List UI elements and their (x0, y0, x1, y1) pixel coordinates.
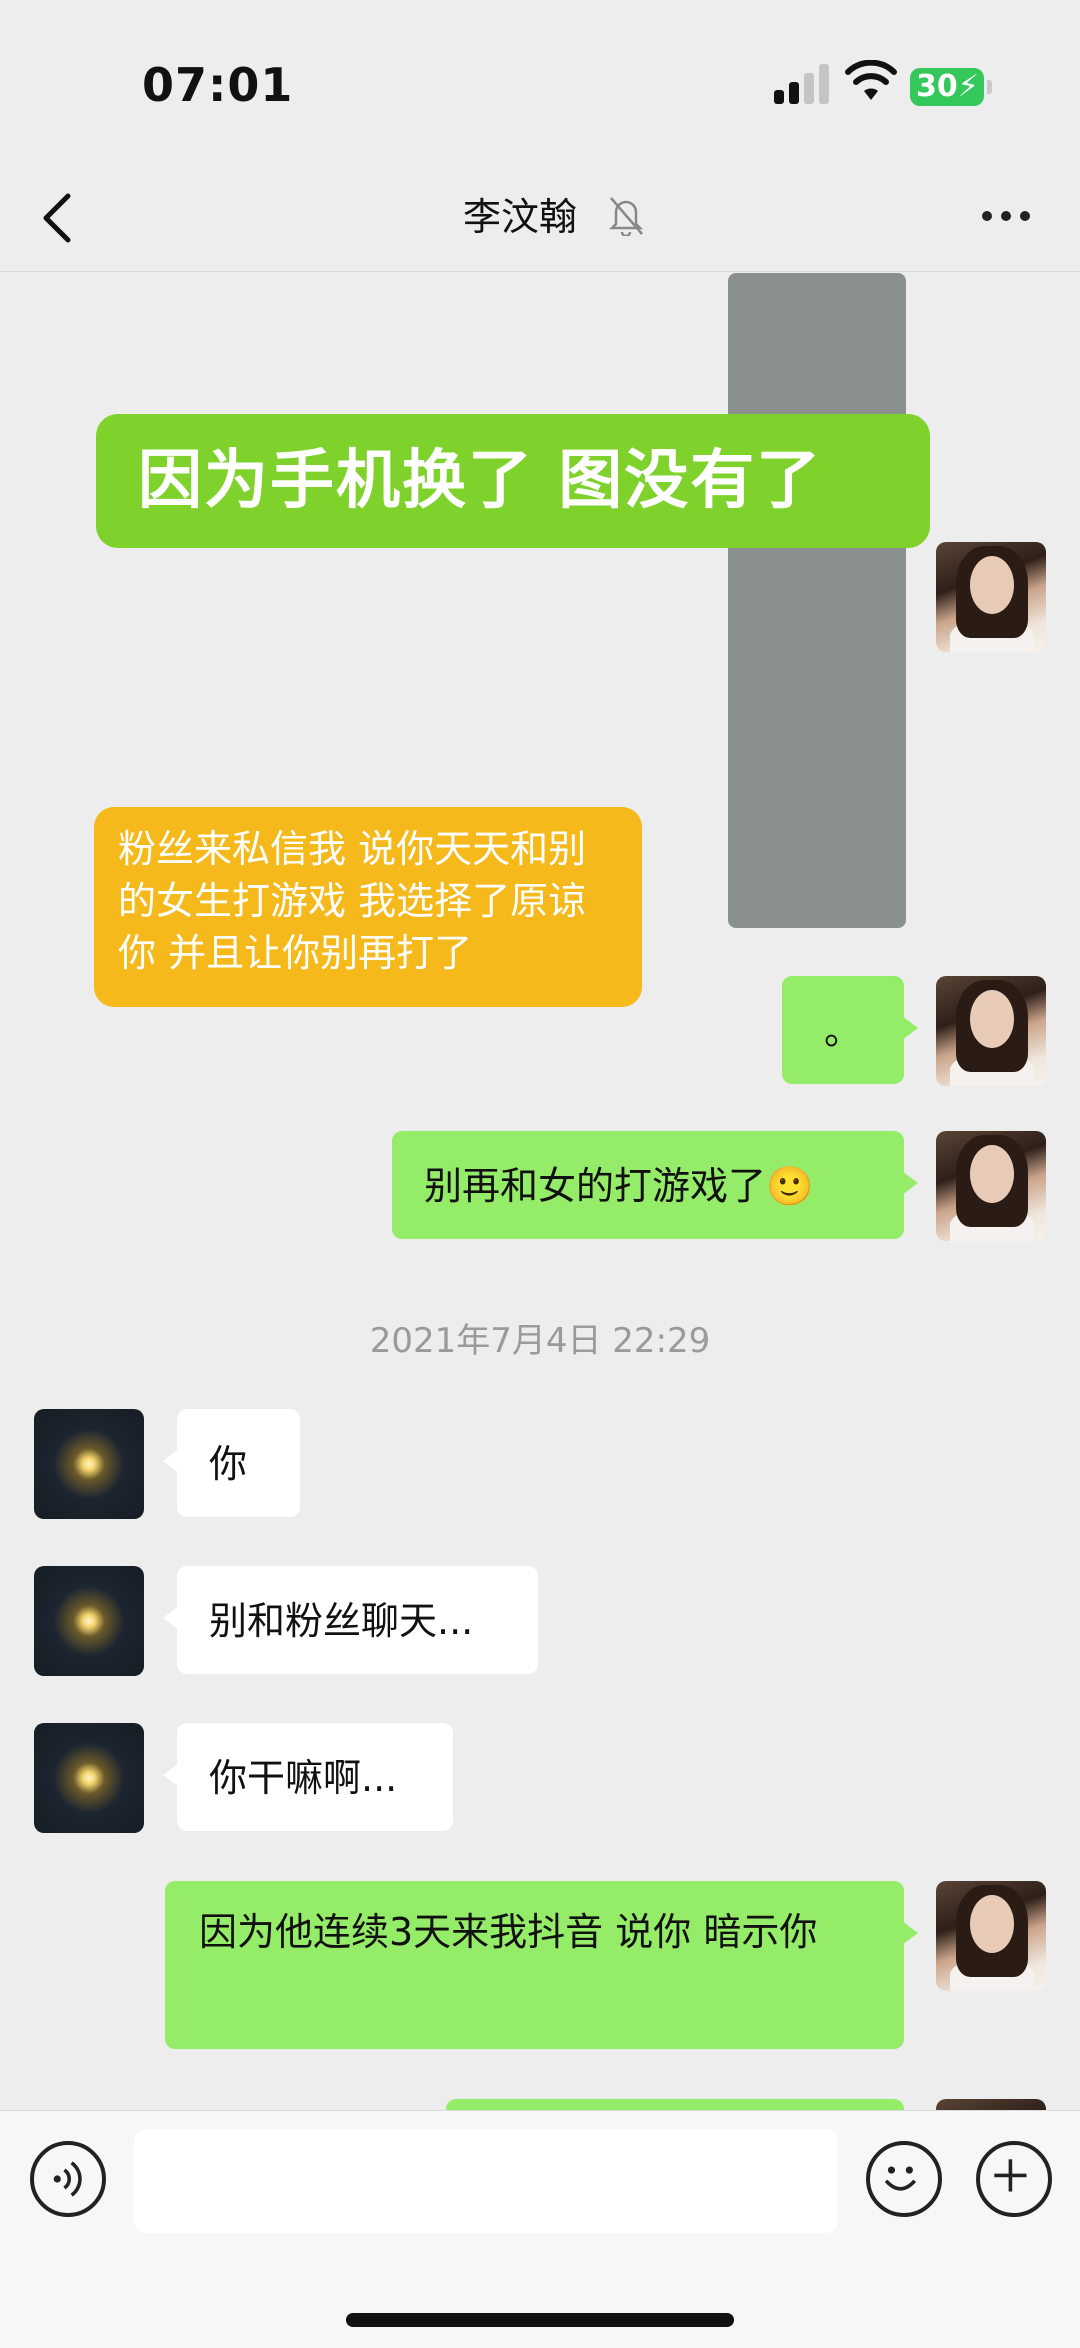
headline-overlay: 因为手机换了 图没有了 (96, 414, 930, 548)
emoji-icon[interactable] (866, 2141, 942, 2217)
status-time: 07:01 (142, 58, 294, 112)
message-timestamp: 2021年7月4日 22:29 (369, 1321, 711, 1361)
message-bubble-sent[interactable]: 。 (782, 976, 918, 1084)
avatar[interactable] (34, 1566, 144, 1676)
voice-icon[interactable] (30, 2141, 106, 2217)
avatar[interactable] (936, 1131, 1046, 1241)
message-bubble-received[interactable]: 别和粉丝聊天... (163, 1566, 538, 1674)
input-bar (0, 2110, 1080, 2348)
message-input[interactable] (134, 2129, 838, 2233)
plus-icon[interactable] (976, 2141, 1052, 2217)
home-indicator[interactable] (346, 2313, 734, 2327)
avatar[interactable] (936, 542, 1046, 652)
charging-icon: ⚡ (957, 69, 979, 104)
battery-level: 30 (916, 69, 958, 104)
avatar[interactable] (936, 976, 1046, 1086)
message-bubble-received[interactable]: 你 (163, 1409, 300, 1517)
chat-title: 李汶翰 (462, 195, 577, 239)
mute-bell-icon (608, 197, 644, 236)
status-bar: 07:01 30⚡ (0, 0, 1080, 170)
avatar[interactable] (34, 1409, 144, 1519)
note-overlay: 粉丝来私信我 说你天天和别的女生打游戏 我选择了原谅你 并且让你别再打了 (94, 807, 642, 1007)
chat-area[interactable]: 。 别再和女的打游戏了🙂 因为手机换了 图没有了 粉丝来私信我 说你天天和别的女… (0, 273, 1080, 2113)
battery-indicator: 30⚡ (910, 68, 992, 106)
avatar[interactable] (34, 1723, 144, 1833)
more-icon[interactable] (976, 200, 1036, 230)
message-bubble-sent[interactable]: 别再和女的打游戏了🙂 (392, 1131, 918, 1239)
message-bubble-received[interactable]: 你干嘛啊... (163, 1723, 453, 1831)
avatar[interactable] (936, 1881, 1046, 1991)
message-bubble-sent[interactable]: 因为他连续3天来我抖音 说你 暗示你 (165, 1881, 918, 2049)
chat-header: 李汶翰 (0, 170, 1080, 272)
wifi-icon (845, 60, 897, 100)
signal-icon (774, 62, 830, 104)
redaction-block (728, 273, 906, 928)
